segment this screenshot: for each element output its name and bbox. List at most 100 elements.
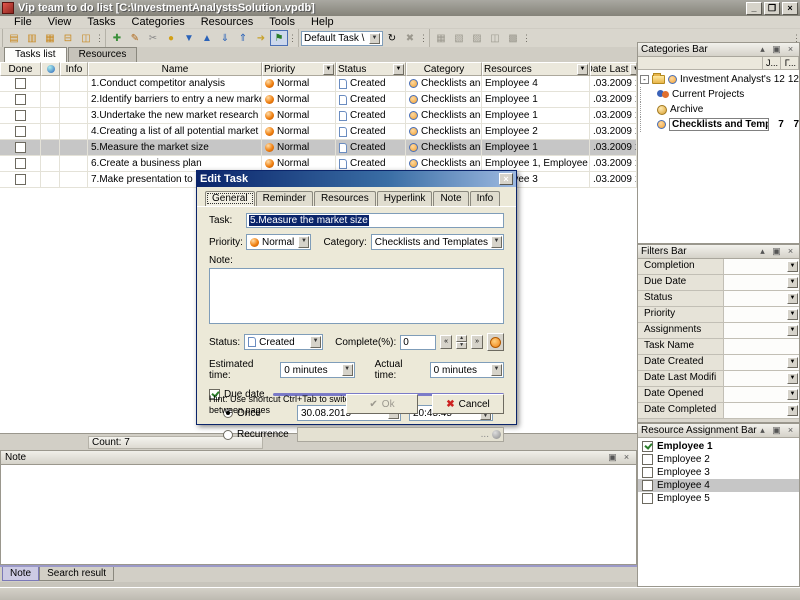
category-combobox[interactable]: Checklists and Templates ▼ <box>371 234 504 250</box>
column-header-done[interactable]: Done <box>0 62 41 76</box>
ok-button[interactable]: ✔ Ok <box>346 394 418 414</box>
filter-dropdown-icon[interactable]: ▼ <box>630 64 637 75</box>
edit-task-icon[interactable]: ✎ <box>126 30 144 46</box>
resource-item-employee-4[interactable]: Employee 4 <box>638 479 799 492</box>
filter-dropdown-icon[interactable]: ▼ <box>787 357 798 368</box>
tab-note[interactable]: Note <box>433 191 468 206</box>
done-checkbox[interactable] <box>15 142 26 153</box>
filter-dropdown-icon[interactable]: ▼ <box>787 373 798 384</box>
add-task-icon[interactable]: ✚ <box>108 30 126 46</box>
find-tasks-icon[interactable]: ▦ <box>432 30 450 46</box>
resource-item-employee-3[interactable]: Employee 3 <box>638 466 799 479</box>
collapse-icon[interactable]: ▴ <box>757 425 768 436</box>
done-checkbox[interactable] <box>15 94 26 105</box>
group-tasks-icon[interactable]: ▨ <box>468 30 486 46</box>
pin-icon[interactable]: ▣ <box>771 44 782 55</box>
filter-dropdown-icon[interactable]: ▼ <box>787 293 798 304</box>
menu-file[interactable]: File <box>6 16 40 29</box>
delete-view-icon[interactable]: ✖ <box>401 30 419 46</box>
collapse-icon[interactable]: ▴ <box>757 44 768 55</box>
spin-last-icon[interactable]: » <box>471 335 483 349</box>
tab-resources[interactable]: Resources <box>68 47 138 62</box>
table-row[interactable]: 1.Conduct competitor analysis Normal Cre… <box>0 76 637 92</box>
priority-combobox[interactable]: Normal ▼ <box>246 234 311 250</box>
column-header-status[interactable]: Status▼ <box>336 62 406 76</box>
table-row-selected[interactable]: 5.Measure the market size Normal Created… <box>0 140 637 156</box>
ellipsis-button[interactable]: ... <box>481 429 489 440</box>
tab-info[interactable]: Info <box>470 191 501 206</box>
filter-dropdown-icon[interactable]: ▼ <box>787 405 798 416</box>
task-name-input[interactable]: 5.Measure the market size <box>246 213 504 228</box>
tab-search-result[interactable]: Search result <box>39 567 114 581</box>
filter-value-field[interactable]: ▼ <box>724 323 799 338</box>
menu-tasks[interactable]: Tasks <box>79 16 123 29</box>
done-checkbox[interactable] <box>15 174 26 185</box>
new-database-icon[interactable]: ▤ <box>5 30 23 46</box>
filter-value-field[interactable]: ▼ <box>724 307 799 322</box>
tab-reminder[interactable]: Reminder <box>256 191 313 206</box>
flag-icon[interactable]: ⚑ <box>270 30 288 46</box>
table-row[interactable]: 4.Creating a list of all potential marke… <box>0 124 637 140</box>
estimated-time-combobox[interactable]: 0 minutes ▼ <box>280 362 354 378</box>
resource-item-employee-5[interactable]: Employee 5 <box>638 492 799 505</box>
close-icon[interactable]: × <box>621 452 632 463</box>
count-column-2[interactable]: Г... <box>781 57 799 69</box>
filter-value-field[interactable]: ▼ <box>724 291 799 306</box>
table-row[interactable]: 2.Identify barriers to entry a new marke… <box>0 92 637 108</box>
complete-input[interactable]: 0 <box>400 335 436 350</box>
menu-help[interactable]: Help <box>303 16 342 29</box>
close-icon[interactable]: × <box>785 246 796 257</box>
status-combobox[interactable]: Created ▼ <box>244 334 323 350</box>
spin-down-icon[interactable]: ▼ <box>456 342 467 349</box>
tree-item-root[interactable]: - Investment Analyst's Solution 12 12 <box>638 72 799 87</box>
filter-value-field[interactable] <box>724 339 799 354</box>
chevron-down-icon[interactable]: ▼ <box>491 236 502 248</box>
recurrence-radio[interactable] <box>223 430 233 440</box>
filter-value-field[interactable]: ▼ <box>724 355 799 370</box>
delete-task-icon[interactable]: ✂ <box>144 30 162 46</box>
filter-value-field[interactable]: ▼ <box>724 259 799 274</box>
column-header-category[interactable]: Category <box>406 62 482 76</box>
tree-item-archive[interactable]: Archive <box>638 102 799 117</box>
move-to-top-icon[interactable]: ⇑ <box>234 30 252 46</box>
apply-view-icon[interactable]: ↻ <box>383 30 401 46</box>
spin-down-icon[interactable]: ▼ <box>480 413 491 420</box>
filter-dropdown-icon[interactable]: ▼ <box>323 64 334 75</box>
count-column-1[interactable]: J... <box>763 57 781 69</box>
resource-checkbox[interactable] <box>642 441 653 452</box>
filter-dropdown-icon[interactable]: ▼ <box>787 325 798 336</box>
chevron-down-icon[interactable]: ▼ <box>369 33 380 44</box>
done-checkbox[interactable] <box>15 78 26 89</box>
column-header-resources[interactable]: Resources▼ <box>482 62 590 76</box>
filter-dropdown-icon[interactable]: ▼ <box>787 309 798 320</box>
resource-checkbox[interactable] <box>642 454 653 465</box>
spin-first-icon[interactable]: « <box>440 335 452 349</box>
filter-dropdown-icon[interactable]: ▼ <box>787 389 798 400</box>
column-header-priority[interactable]: Priority▼ <box>262 62 336 76</box>
column-header-priority-icon[interactable] <box>41 62 60 76</box>
resource-checkbox[interactable] <box>642 480 653 491</box>
collapse-node-icon[interactable]: - <box>640 75 649 84</box>
toolbar-overflow-icon[interactable]: ⋮ <box>288 33 296 44</box>
move-up-icon[interactable]: ▲ <box>198 30 216 46</box>
resource-checkbox[interactable] <box>642 467 653 478</box>
tree-item-current-projects[interactable]: Current Projects <box>638 87 799 102</box>
filter-tasks-icon[interactable]: ▧ <box>450 30 468 46</box>
column-header-info[interactable]: Info <box>60 62 88 76</box>
open-database-icon[interactable]: ▥ <box>23 30 41 46</box>
resource-item-employee-2[interactable]: Employee 2 <box>638 453 799 466</box>
chevron-down-icon[interactable]: ▼ <box>342 364 353 376</box>
cancel-button[interactable]: ✖ Cancel <box>432 394 504 414</box>
dialog-close-button[interactable]: × <box>499 173 513 185</box>
close-icon[interactable]: × <box>785 425 796 436</box>
tree-item-checklists-selected[interactable]: Checklists and Templates 7 7 <box>638 117 799 132</box>
done-checkbox[interactable] <box>15 158 26 169</box>
pin-icon[interactable]: ▣ <box>771 425 782 436</box>
filter-dropdown-icon[interactable]: ▼ <box>577 64 588 75</box>
tab-note[interactable]: Note <box>2 567 39 581</box>
done-checkbox[interactable] <box>15 126 26 137</box>
filter-value-field[interactable]: ▼ <box>724 275 799 290</box>
menu-resources[interactable]: Resources <box>193 16 262 29</box>
tab-general[interactable]: General <box>205 191 255 206</box>
filter-dropdown-icon[interactable]: ▼ <box>787 277 798 288</box>
